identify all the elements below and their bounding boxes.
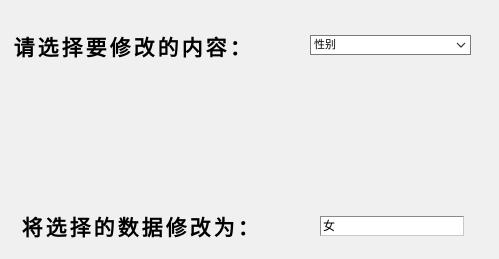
chevron-down-icon[interactable] bbox=[456, 40, 466, 50]
field-select-dropdown[interactable]: 性别 bbox=[310, 35, 471, 55]
field-select-value: 性别 bbox=[314, 38, 336, 51]
new-value-label: 将选择的数据修改为： bbox=[22, 215, 262, 240]
new-value-input[interactable]: 女 bbox=[320, 216, 464, 236]
field-select-label: 请选择要修改的内容： bbox=[14, 35, 254, 60]
